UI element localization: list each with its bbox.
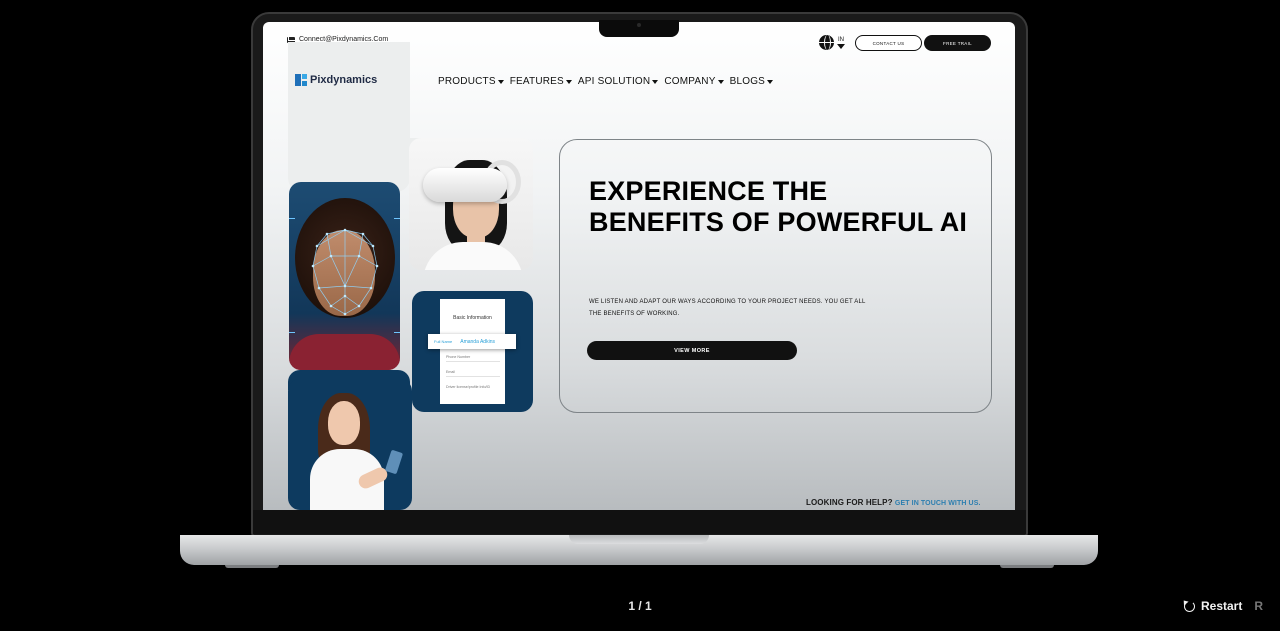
form-name-row: Full Name Amanda Adkins <box>428 334 516 349</box>
laptop-base <box>180 535 1098 565</box>
help-text: LOOKING FOR HELP? <box>806 498 893 507</box>
caret-down-icon <box>652 79 659 84</box>
form-upload-row: Driver license/profile Info/ID <box>446 385 491 389</box>
restart-shortcut-key: R <box>1254 599 1264 613</box>
face-mesh-icon <box>311 228 379 316</box>
caret-down-icon <box>837 43 845 49</box>
vr-headset <box>423 168 507 202</box>
language-selector[interactable]: IN <box>819 35 845 50</box>
nav-label: FEATURES <box>509 76 564 87</box>
phone-user-image <box>288 379 412 510</box>
nav-label: BLOGS <box>729 76 766 87</box>
logo-text: Pixdynamics <box>310 74 378 86</box>
logo-icon <box>295 74 307 86</box>
caret-down-icon <box>767 79 774 84</box>
help-banner: LOOKING FOR HELP? GET IN TOUCH WITH US. <box>806 498 981 507</box>
nav-label: COMPANY <box>664 76 716 87</box>
form-name-label: Full Name <box>434 339 453 344</box>
hero-card: EXPERIENCE THE BENEFITS OF POWERFUL AI W… <box>559 139 992 413</box>
nav-products[interactable]: PRODUCTS <box>438 76 504 87</box>
scan-marker <box>289 218 295 219</box>
language-code: IN <box>838 36 844 43</box>
view-more-button[interactable]: VIEW MORE <box>587 341 797 360</box>
form-name-value: Amanda Adkins <box>460 338 495 345</box>
camera-notch <box>599 20 679 37</box>
screen-bezel <box>253 510 1026 534</box>
camera-icon <box>637 23 641 27</box>
form-card: Basic Information Full Name Amanda Adkin… <box>428 299 516 404</box>
hero-title: EXPERIENCE THE BENEFITS OF POWERFUL AI <box>589 176 968 237</box>
language-group: IN <box>837 37 845 49</box>
form-preview-image: Basic Information Full Name Amanda Adkin… <box>412 291 533 412</box>
vr-person-shirt <box>423 242 523 270</box>
form-title: Basic Information <box>453 315 492 321</box>
form-phone-row: Phone Number <box>446 355 500 362</box>
face-shoulders <box>289 334 400 370</box>
scan-marker <box>394 218 400 219</box>
nav-label: PRODUCTS <box>438 76 496 87</box>
woman-face <box>328 401 360 445</box>
nav-blogs[interactable]: BLOGS <box>729 76 774 87</box>
nav-company[interactable]: COMPANY <box>664 76 724 87</box>
globe-icon <box>819 35 834 50</box>
base-notch <box>569 535 709 544</box>
laptop-screen: Connect@Pixdynamics.Com IN CONTACT US FR… <box>263 22 1015 510</box>
main-nav: PRODUCTS FEATURES API SOLUTION COMPANY B… <box>438 76 774 87</box>
caret-down-icon <box>717 79 724 84</box>
pixdynamics-logo[interactable]: Pixdynamics <box>295 74 377 86</box>
nav-label: API SOLUTION <box>577 76 651 87</box>
hero-subtitle: WE LISTEN AND ADAPT OUR WAYS ACCORDING T… <box>589 299 866 317</box>
scan-marker <box>394 332 400 333</box>
get-in-touch-link[interactable]: GET IN TOUCH WITH US. <box>895 500 981 507</box>
scan-marker <box>289 332 295 333</box>
vr-headset-image <box>409 138 533 270</box>
caret-down-icon <box>565 79 572 84</box>
face-recognition-image <box>289 182 400 370</box>
nav-features[interactable]: FEATURES <box>510 76 572 87</box>
presentation-stage: Connect@Pixdynamics.Com IN CONTACT US FR… <box>0 0 1280 631</box>
restart-button[interactable]: Restart R <box>1184 599 1263 613</box>
laptop-foot <box>225 565 279 568</box>
nav-api-solution[interactable]: API SOLUTION <box>577 76 659 87</box>
smartphone-icon <box>384 449 404 475</box>
restart-label: Restart <box>1201 599 1243 613</box>
restart-icon <box>1184 600 1195 612</box>
caret-down-icon <box>497 79 504 84</box>
form-email-row: Email <box>446 370 500 377</box>
page-counter: 1 / 1 <box>628 599 652 613</box>
laptop-foot <box>1000 565 1054 568</box>
contact-us-button[interactable]: CONTACT US <box>855 35 922 51</box>
free-trial-button[interactable]: FREE TRAIL <box>924 35 991 51</box>
